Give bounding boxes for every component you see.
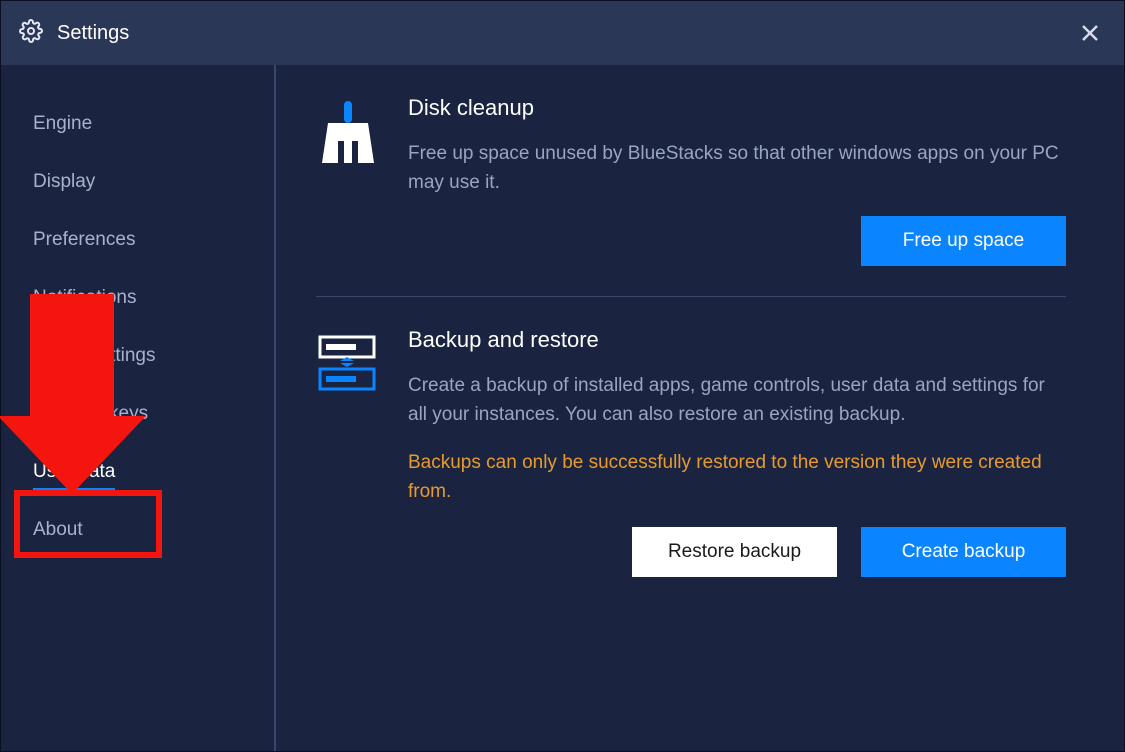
disk-cleanup-body: Disk cleanup Free up space unused by Blu… [378,95,1066,266]
window-title: Settings [57,22,129,45]
free-up-space-button[interactable]: Free up space [861,216,1066,266]
sidebar-item-game-settings[interactable]: Game settings [1,327,274,385]
backup-icon [316,327,378,577]
sidebar-item-about[interactable]: About [1,501,274,559]
sidebar-item-preferences[interactable]: Preferences [1,211,274,269]
content-area: Disk cleanup Free up space unused by Blu… [276,65,1124,751]
sidebar-item-label: User data [33,461,115,492]
sidebar-item-notifications[interactable]: Notifications [1,269,274,327]
sidebar-item-label: Notifications [33,287,137,308]
sidebar: Engine Display Preferences Notifications… [1,65,276,751]
sidebar-item-label: Engine [33,113,92,134]
body: Engine Display Preferences Notifications… [1,65,1124,751]
settings-window: Settings Engine Display Preferences Noti… [0,0,1125,752]
backup-restore-warning: Backups can only be successfully restore… [408,448,1066,507]
sidebar-item-label: Display [33,171,95,192]
backup-restore-body: Backup and restore Create a backup of in… [378,327,1066,577]
create-backup-button[interactable]: Create backup [861,527,1066,577]
broom-icon [316,95,378,266]
backup-restore-desc: Create a backup of installed apps, game … [408,371,1066,430]
sidebar-item-shortcut-keys[interactable]: Shortcut keys [1,385,274,443]
disk-cleanup-section: Disk cleanup Free up space unused by Blu… [316,95,1066,296]
backup-restore-title: Backup and restore [408,327,1066,353]
sidebar-item-label: Game settings [33,345,156,366]
sidebar-item-engine[interactable]: Engine [1,95,274,153]
close-button[interactable] [1078,21,1102,45]
sidebar-item-user-data[interactable]: User data [1,443,274,501]
disk-cleanup-title: Disk cleanup [408,95,1066,121]
sidebar-item-display[interactable]: Display [1,153,274,211]
restore-backup-button[interactable]: Restore backup [632,527,837,577]
disk-cleanup-desc: Free up space unused by BlueStacks so th… [408,139,1066,198]
backup-restore-section: Backup and restore Create a backup of in… [316,296,1066,607]
gear-icon [19,19,43,48]
titlebar: Settings [1,1,1124,65]
sidebar-item-label: Preferences [33,229,135,250]
sidebar-item-label: About [33,519,83,540]
sidebar-item-label: Shortcut keys [33,403,148,424]
